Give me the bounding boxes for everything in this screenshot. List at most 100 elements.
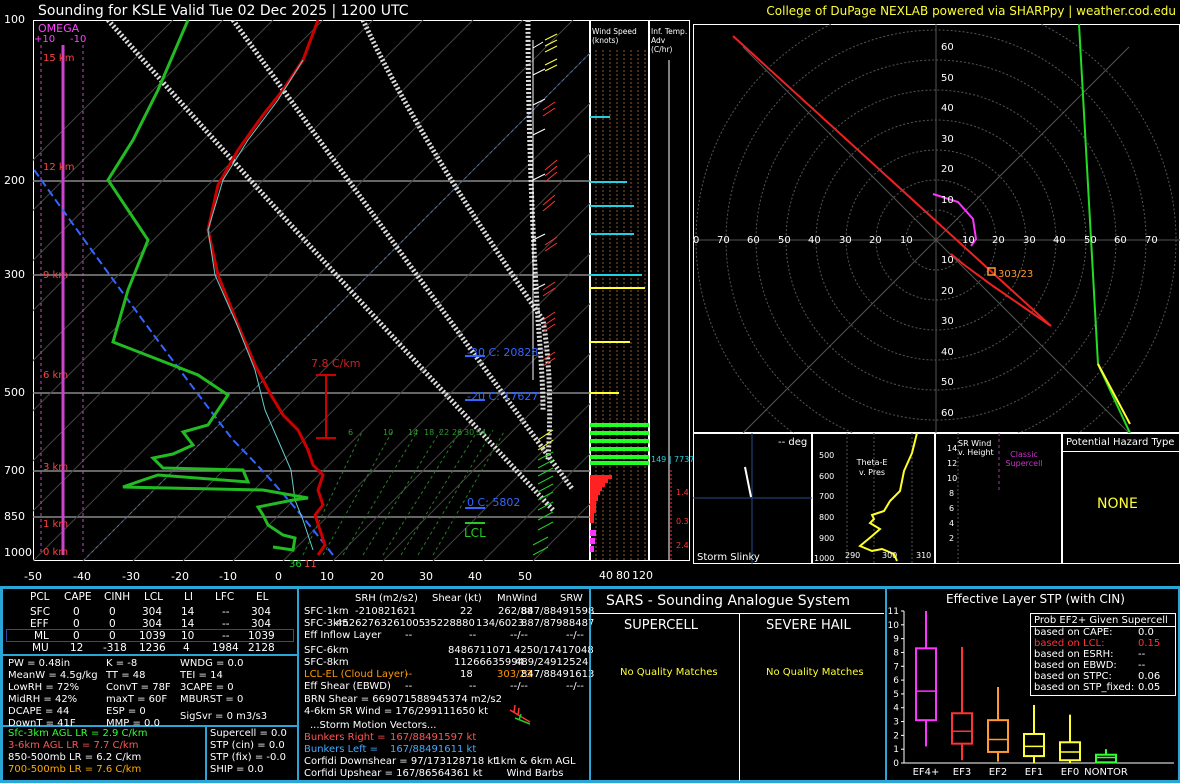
pressure-label-1000: 1000 [4, 546, 32, 559]
wind-speed-tick: 40 [599, 569, 613, 582]
index-value: PW = 0.48in [8, 658, 71, 669]
sr-wind-ytick: 2 [949, 534, 955, 543]
hodo-x-label: 70 [717, 235, 730, 246]
temp-label: -30 [122, 570, 140, 583]
sr-wind-ytick: 14 [947, 444, 958, 453]
parcel-cell: 14 [181, 606, 195, 618]
hodo-x-label: 20 [869, 235, 882, 246]
stp-y-tick-label: 4 [893, 704, 899, 714]
parcel-cell: 304 [251, 606, 272, 618]
index-value: MeanW = 4.5g/kg [8, 670, 98, 681]
kinematics-cell: -- [469, 630, 477, 641]
pressure-label-200: 200 [4, 174, 25, 187]
hodo-x-label: 40 [1053, 235, 1066, 246]
kinematics-cell: --/-- [510, 681, 528, 692]
kinematics-cell: -- [469, 681, 477, 692]
stp-y-tick-label: 9 [893, 635, 899, 645]
hodo-x-label: 50 [1084, 235, 1097, 246]
sr-wind-value: 4-6km SR Wind = 176/299111650 kt [304, 706, 488, 717]
mixing-ratio-label: 22 [439, 428, 450, 437]
height-label: 6 km [43, 370, 69, 381]
kinematics-cell: 134/6023 [476, 618, 524, 629]
sr-wind-ytick: 8 [949, 489, 955, 498]
sars-divider [592, 613, 884, 614]
hodo-x-label: 30 [839, 235, 852, 246]
kinematics-label-cloud: LCL-EL (Cloud Layer) [304, 669, 409, 680]
stp-y-tick-label: 5 [893, 690, 899, 700]
stp-y-tick-label: 2 [893, 731, 899, 741]
mixing-ratio-label: 26 [452, 428, 463, 437]
index-value: ESP = 0 [106, 706, 146, 717]
mixing-ratio-label: 10 [383, 428, 394, 437]
index-value: TT = 48 [106, 670, 146, 681]
kinematics-cell: -- [405, 669, 413, 680]
parcel-header: LFC [215, 591, 235, 603]
kinematics-cell: 4250/17417048 [514, 645, 594, 656]
kinematics-cell: --/-- [510, 630, 528, 641]
storm-motion-label: 303/23 [998, 269, 1034, 280]
parcel-cell: 0 [73, 606, 80, 618]
stp-y-tick-label: 10 [888, 621, 900, 631]
storm-slinky-svg [693, 433, 812, 564]
hodo-y-label: 40 [941, 347, 954, 358]
stp-box [1023, 732, 1045, 758]
parcel-cell: 10 [181, 630, 195, 642]
theta-e-xtick: 310 [916, 551, 932, 560]
lcl-label: LCL [464, 526, 486, 540]
hodo-y-label: 50 [941, 73, 954, 84]
temp-label: 50 [518, 570, 532, 583]
pressure-label-850: 850 [4, 510, 25, 523]
kinematics-header: SRH (m2/s2) [355, 593, 418, 604]
lapse-rate-line: 850-500mb LR = 6.2 C/km [8, 752, 142, 763]
stp-box [951, 712, 973, 745]
index-value: WNDG = 0.0 [180, 658, 244, 669]
hazard-title-divider [1062, 451, 1180, 452]
temp-label: -50 [24, 570, 42, 583]
index-value: LowRH = 72% [8, 682, 80, 693]
storm-slinky-deg: -- deg [778, 437, 808, 448]
surface-temp-label: 36 [289, 559, 302, 570]
index-value: DCAPE = 44 [8, 706, 70, 717]
pressure-label-500: 500 [4, 386, 25, 399]
lapse-rate-label: 7.8 C/km [311, 357, 361, 370]
stp-y-tick-label: 7 [893, 662, 899, 672]
hodo-x-label: 30 [1023, 235, 1036, 246]
parcel-cell: 4 [183, 642, 190, 654]
hodo-x-label: 40 [808, 235, 821, 246]
parcel-header: LI [184, 591, 193, 603]
kinematics-cell: 489/24912524 [515, 657, 589, 668]
theta-e-title: Theta-E v. Pres [856, 458, 888, 477]
kinematics-header: Shear (kt) [432, 593, 482, 604]
parcel-cell: 2128 [248, 642, 275, 654]
theta-e-ytick: 1000 [814, 554, 835, 563]
index-value: MBURST = 0 [180, 694, 244, 705]
sars-title: SARS - Sounding Analogue System [606, 593, 850, 609]
stp-category-label: EF0 [1061, 767, 1079, 775]
stp-y-tick-label: 0 [893, 759, 899, 769]
wind-speed-svg [590, 50, 649, 560]
corfidi-upshear: Corfidi Upshear = 167/86564361 kt [304, 768, 483, 779]
kinematics-header: SRW [560, 593, 583, 604]
composite-value: STP (cin) = 0.0 [210, 740, 285, 751]
kinematics-label: Eff Inflow Layer [304, 630, 382, 641]
hodo-x-label: 60 [1114, 235, 1127, 246]
sr-wind-ytick: 10 [947, 474, 958, 483]
temp-label: 30 [419, 570, 433, 583]
index-value: K = -8 [106, 658, 138, 669]
temp-label: 40 [468, 570, 482, 583]
bunkers-left-label: Bunkers Left = [304, 744, 378, 755]
pressure-label-100: 100 [4, 13, 25, 26]
kinematics-cell: 847/88491598 [521, 606, 595, 617]
temp-label: -40 [73, 570, 91, 583]
hodo-x-label: 20 [992, 235, 1005, 246]
index-value: MidRH = 42% [8, 694, 78, 705]
stp-y-tick-label: 3 [893, 718, 899, 728]
sr-wind-ytick: 6 [949, 504, 955, 513]
parcel-cell: 1984 [212, 642, 239, 654]
hodo-y-label: 30 [941, 316, 954, 327]
stp-category-label: NONTOR [1084, 767, 1128, 775]
hodo-x-label: 10 [962, 235, 975, 246]
temp-advection-tick: 2.4 [676, 541, 689, 550]
stp-prob-label: based on STP_fixed: [1034, 682, 1135, 693]
temp-advection-svg [668, 60, 672, 560]
